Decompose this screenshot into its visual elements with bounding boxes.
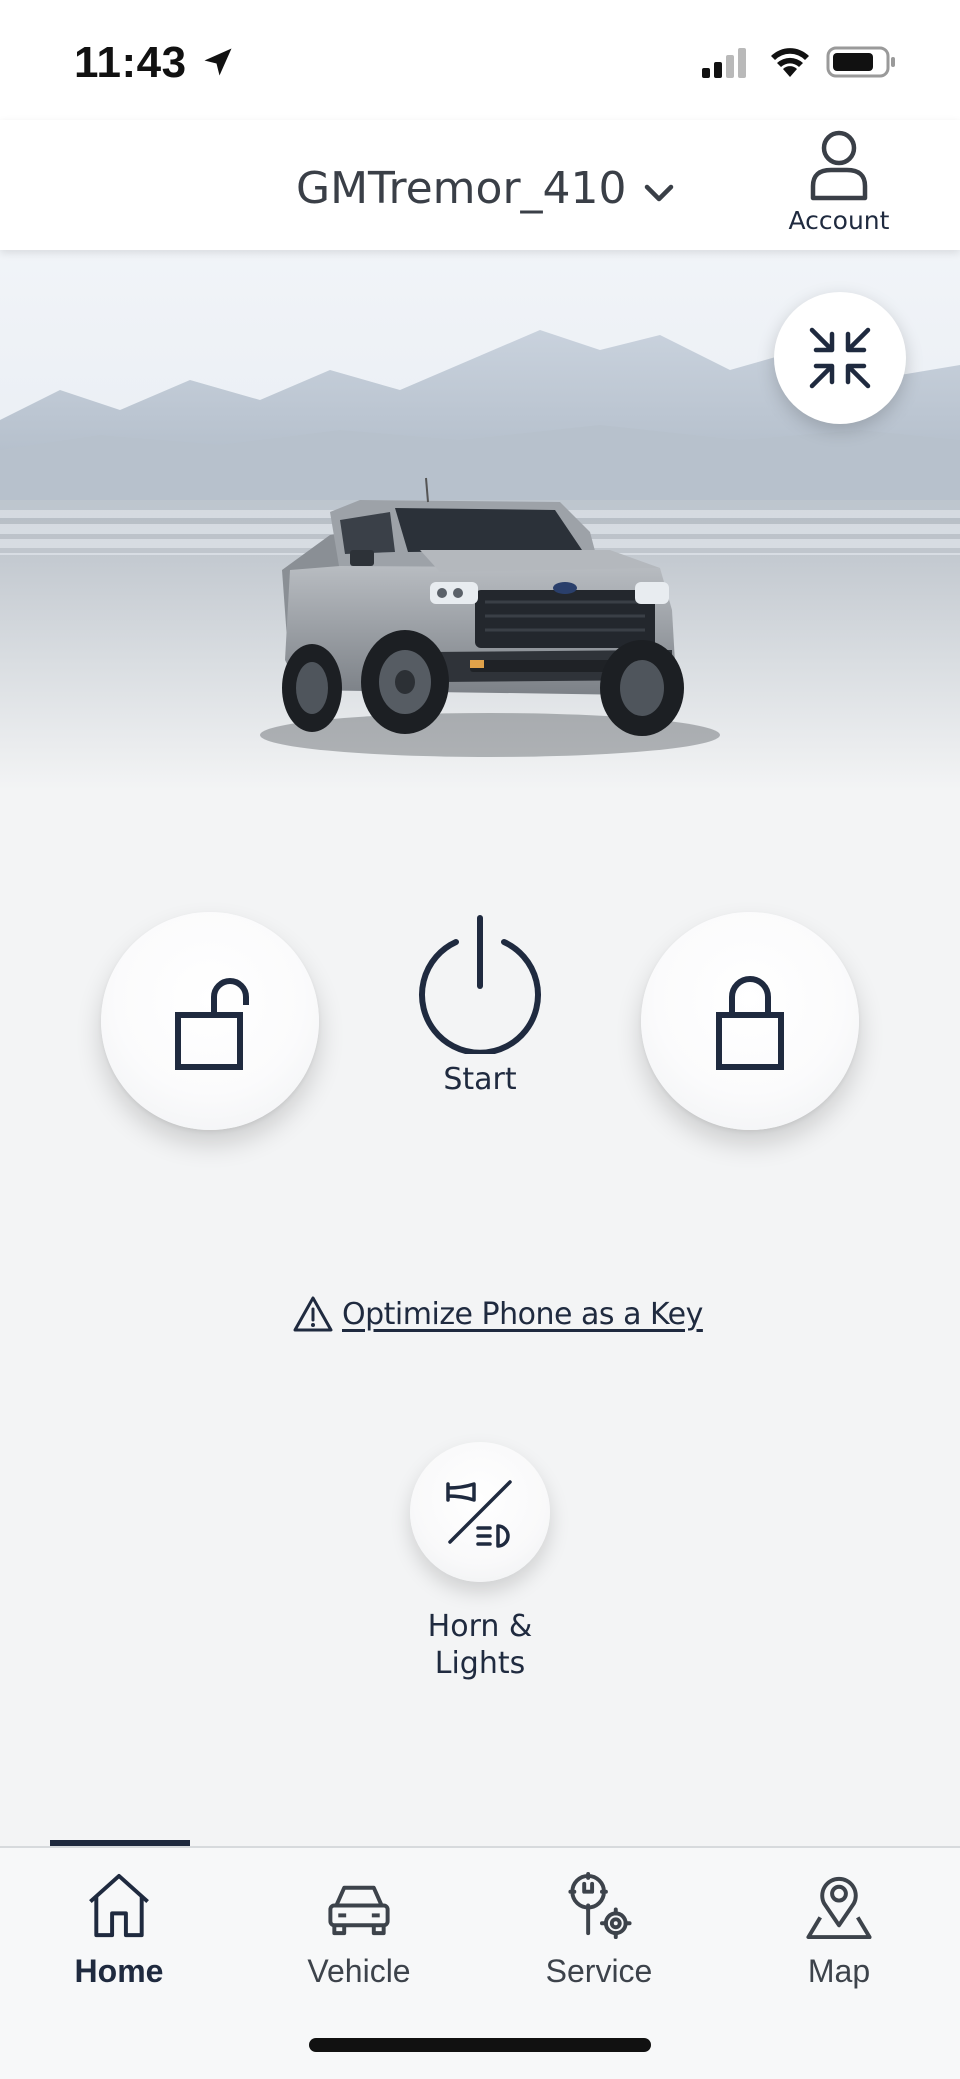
- wifi-icon: [771, 48, 809, 77]
- nav-label-service: Service: [545, 1953, 653, 1989]
- nav-item-map[interactable]: Map: [739, 1870, 939, 1990]
- account-label: Account: [788, 206, 890, 235]
- vehicle-hero: [0, 250, 960, 790]
- account-button[interactable]: Account: [784, 128, 894, 246]
- horn-lights-label: Horn & Lights: [380, 1608, 580, 1682]
- warning-icon: [293, 1296, 333, 1332]
- optimize-phone-as-key-link[interactable]: Optimize Phone as a Key: [292, 1290, 703, 1338]
- start-label: Start: [443, 1062, 517, 1097]
- cellular-signal-icon: [702, 48, 746, 78]
- lock-icon: [716, 976, 784, 1070]
- horn-lights-button[interactable]: [410, 1442, 550, 1582]
- lock-button[interactable]: [641, 912, 859, 1130]
- nav-item-vehicle[interactable]: Vehicle: [259, 1870, 459, 1990]
- map-pin-icon: [806, 1876, 872, 1940]
- horn-lights-icon: [446, 1480, 512, 1548]
- wrench-gear-icon: [568, 1871, 632, 1940]
- power-icon: [419, 915, 541, 1054]
- nav-label-vehicle: Vehicle: [307, 1953, 411, 1989]
- battery-icon: [826, 46, 895, 78]
- unlock-button[interactable]: [101, 912, 319, 1130]
- collapse-view-button[interactable]: [774, 292, 906, 424]
- vehicle-name: GMTremor_410: [296, 162, 627, 214]
- vehicle-selector[interactable]: GMTremor_410: [296, 158, 677, 218]
- location-arrow-icon: [204, 48, 232, 76]
- nav-item-service[interactable]: Service: [499, 1870, 699, 1990]
- unlock-icon: [175, 978, 249, 1070]
- nav-item-home[interactable]: Home: [19, 1870, 219, 1990]
- status-time: 11:43: [74, 38, 187, 87]
- nav-label-map: Map: [807, 1953, 871, 1989]
- home-indicator: [309, 2038, 651, 2052]
- car-icon: [328, 1885, 390, 1936]
- home-icon: [89, 1873, 149, 1938]
- remote-start-button[interactable]: Start: [400, 912, 560, 1112]
- nav-label-home: Home: [74, 1953, 164, 1989]
- person-icon: [810, 130, 868, 201]
- active-tab-indicator: [50, 1840, 190, 1846]
- horn-label-line1: Horn &: [427, 1609, 533, 1644]
- optimize-link-text: Optimize Phone as a Key: [342, 1296, 703, 1332]
- status-bar: 11:43: [0, 0, 960, 120]
- horn-label-line2: Lights: [434, 1646, 526, 1681]
- app-header: GMTremor_410 Account: [0, 120, 960, 250]
- collapse-arrows-icon: [809, 327, 871, 389]
- chevron-down-icon: [644, 184, 673, 202]
